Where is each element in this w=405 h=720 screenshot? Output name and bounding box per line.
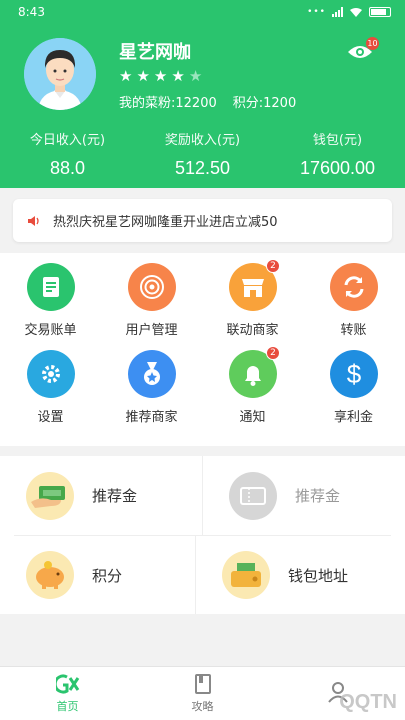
points-label: 积分 <box>92 566 123 585</box>
piggy-bank-icon <box>26 551 74 599</box>
income-label: 钱包(元) <box>312 133 363 148</box>
book-icon <box>194 674 211 694</box>
income-label: 今日收入(元) <box>29 133 106 148</box>
rating-stars: ★ ★ ★ ★ ★ <box>119 67 202 85</box>
grid-item-label: 联动商家 <box>226 323 279 338</box>
eye-badge: 10 <box>366 37 379 50</box>
wallet-address-label: 钱包地址 <box>288 566 349 585</box>
svg-text:$: $ <box>346 360 361 388</box>
more-dots-icon: ••• <box>307 7 326 17</box>
medal-icon <box>127 350 176 398</box>
target-icon <box>127 263 176 311</box>
user-name: 星艺网咖 <box>119 42 191 63</box>
notification-badge: 2 <box>266 346 280 360</box>
asset-row: 积分 钱包地址 <box>14 535 391 614</box>
speaker-icon <box>28 215 39 226</box>
grid-item[interactable]: 用户管理 <box>101 263 202 350</box>
grid-item[interactable]: $ 享利金 <box>303 350 404 437</box>
recommend-fund-item-disabled[interactable]: 推荐金 <box>202 456 405 535</box>
grid-item[interactable]: 交易账单 <box>0 263 101 350</box>
profile-header: 星艺网咖 ★ ★ ★ ★ ★ 我的菜粉:12200 积分:1200 10 今日收入(元)… <box>0 24 405 188</box>
ticket-icon <box>229 471 277 520</box>
function-grid-card: 交易账单 用户管理 联动商家 2 转账设置 推荐商家 通知 2 $ 享利金 <box>0 253 405 446</box>
income-item[interactable]: 钱包(元) 17600.00 <box>270 129 405 179</box>
grid-item[interactable]: 推荐商家 <box>101 350 202 437</box>
notification-badge: 2 <box>266 259 280 273</box>
home-logo-icon <box>55 674 79 694</box>
recommend-fund-label-disabled: 推荐金 <box>295 487 341 505</box>
status-icons: ••• <box>307 7 391 18</box>
grid-item-label: 通知 <box>239 410 266 425</box>
income-value: 512.50 <box>174 158 231 178</box>
income-item[interactable]: 今日收入(元) 88.0 <box>0 129 135 179</box>
grid-item[interactable]: 设置 <box>0 350 101 437</box>
wallet-icon <box>222 551 270 599</box>
points-count: 积分:1200 <box>232 96 297 111</box>
notice-text: 热烈庆祝星艺网咖隆重开业进店立减50 <box>53 215 278 230</box>
grid-item[interactable]: 转账 <box>303 263 404 350</box>
signal-icon <box>332 7 343 17</box>
points-item[interactable]: 积分 <box>14 536 195 614</box>
bill-icon <box>26 263 75 311</box>
notice-bar[interactable]: 热烈庆祝星艺网咖隆重开业进店立减50 <box>13 199 392 242</box>
grid-item-label: 用户管理 <box>125 323 178 338</box>
income-value: 17600.00 <box>299 158 376 178</box>
grid-item-label: 转账 <box>340 323 367 338</box>
star-icon: ★ <box>188 67 203 85</box>
income-summary: 今日收入(元) 88.0 奖励收入(元) 512.50 钱包(元) 17600.00 <box>0 129 405 179</box>
income-value: 88.0 <box>49 158 86 178</box>
avatar[interactable] <box>24 38 96 110</box>
tab-guide[interactable]: 攻略 <box>135 667 270 720</box>
tab-guide-label: 攻略 <box>191 700 214 713</box>
wallet-address-item[interactable]: 钱包地址 <box>195 536 391 614</box>
grid-item[interactable]: 联动商家 2 <box>202 259 303 350</box>
tab-home-label: 首页 <box>56 700 79 713</box>
income-item[interactable]: 奖励收入(元) 512.50 <box>135 129 270 179</box>
function-grid: 交易账单 用户管理 联动商家 2 转账设置 推荐商家 通知 2 $ 享利金 <box>0 253 405 437</box>
star-icon: ★ <box>119 67 133 85</box>
wifi-icon <box>350 7 362 17</box>
grid-item-label: 交易账单 <box>24 323 77 338</box>
status-time: 8:43 <box>18 5 45 19</box>
battery-icon <box>369 7 391 17</box>
fans-count: 我的菜粉:12200 <box>119 96 217 111</box>
profile-stats: 我的菜粉:12200 积分:1200 <box>119 92 296 111</box>
star-icon: ★ <box>171 67 185 85</box>
recommend-fund-label: 推荐金 <box>92 487 138 505</box>
income-label: 奖励收入(元) <box>164 133 241 148</box>
dollar-icon: $ <box>329 350 378 398</box>
grid-item-label: 推荐商家 <box>125 410 178 425</box>
status-bar: 8:43 ••• <box>0 0 405 24</box>
watermark-logo: QQTN <box>339 691 397 713</box>
asset-row: 推荐金 推荐金 <box>0 456 405 535</box>
star-icon: ★ <box>153 67 168 85</box>
money-hand-icon <box>26 471 74 520</box>
grid-item-label: 设置 <box>37 410 64 425</box>
recommend-fund-item[interactable]: 推荐金 <box>0 456 202 535</box>
star-icon: ★ <box>136 67 150 85</box>
refresh-icon <box>329 263 378 311</box>
tab-home[interactable]: 首页 <box>0 667 135 720</box>
asset-list-card: 推荐金 推荐金 积分 钱包地址 <box>0 456 405 614</box>
grid-item[interactable]: 通知 2 <box>202 346 303 437</box>
grid-item-label: 享利金 <box>333 410 373 425</box>
gear-icon <box>26 350 75 398</box>
